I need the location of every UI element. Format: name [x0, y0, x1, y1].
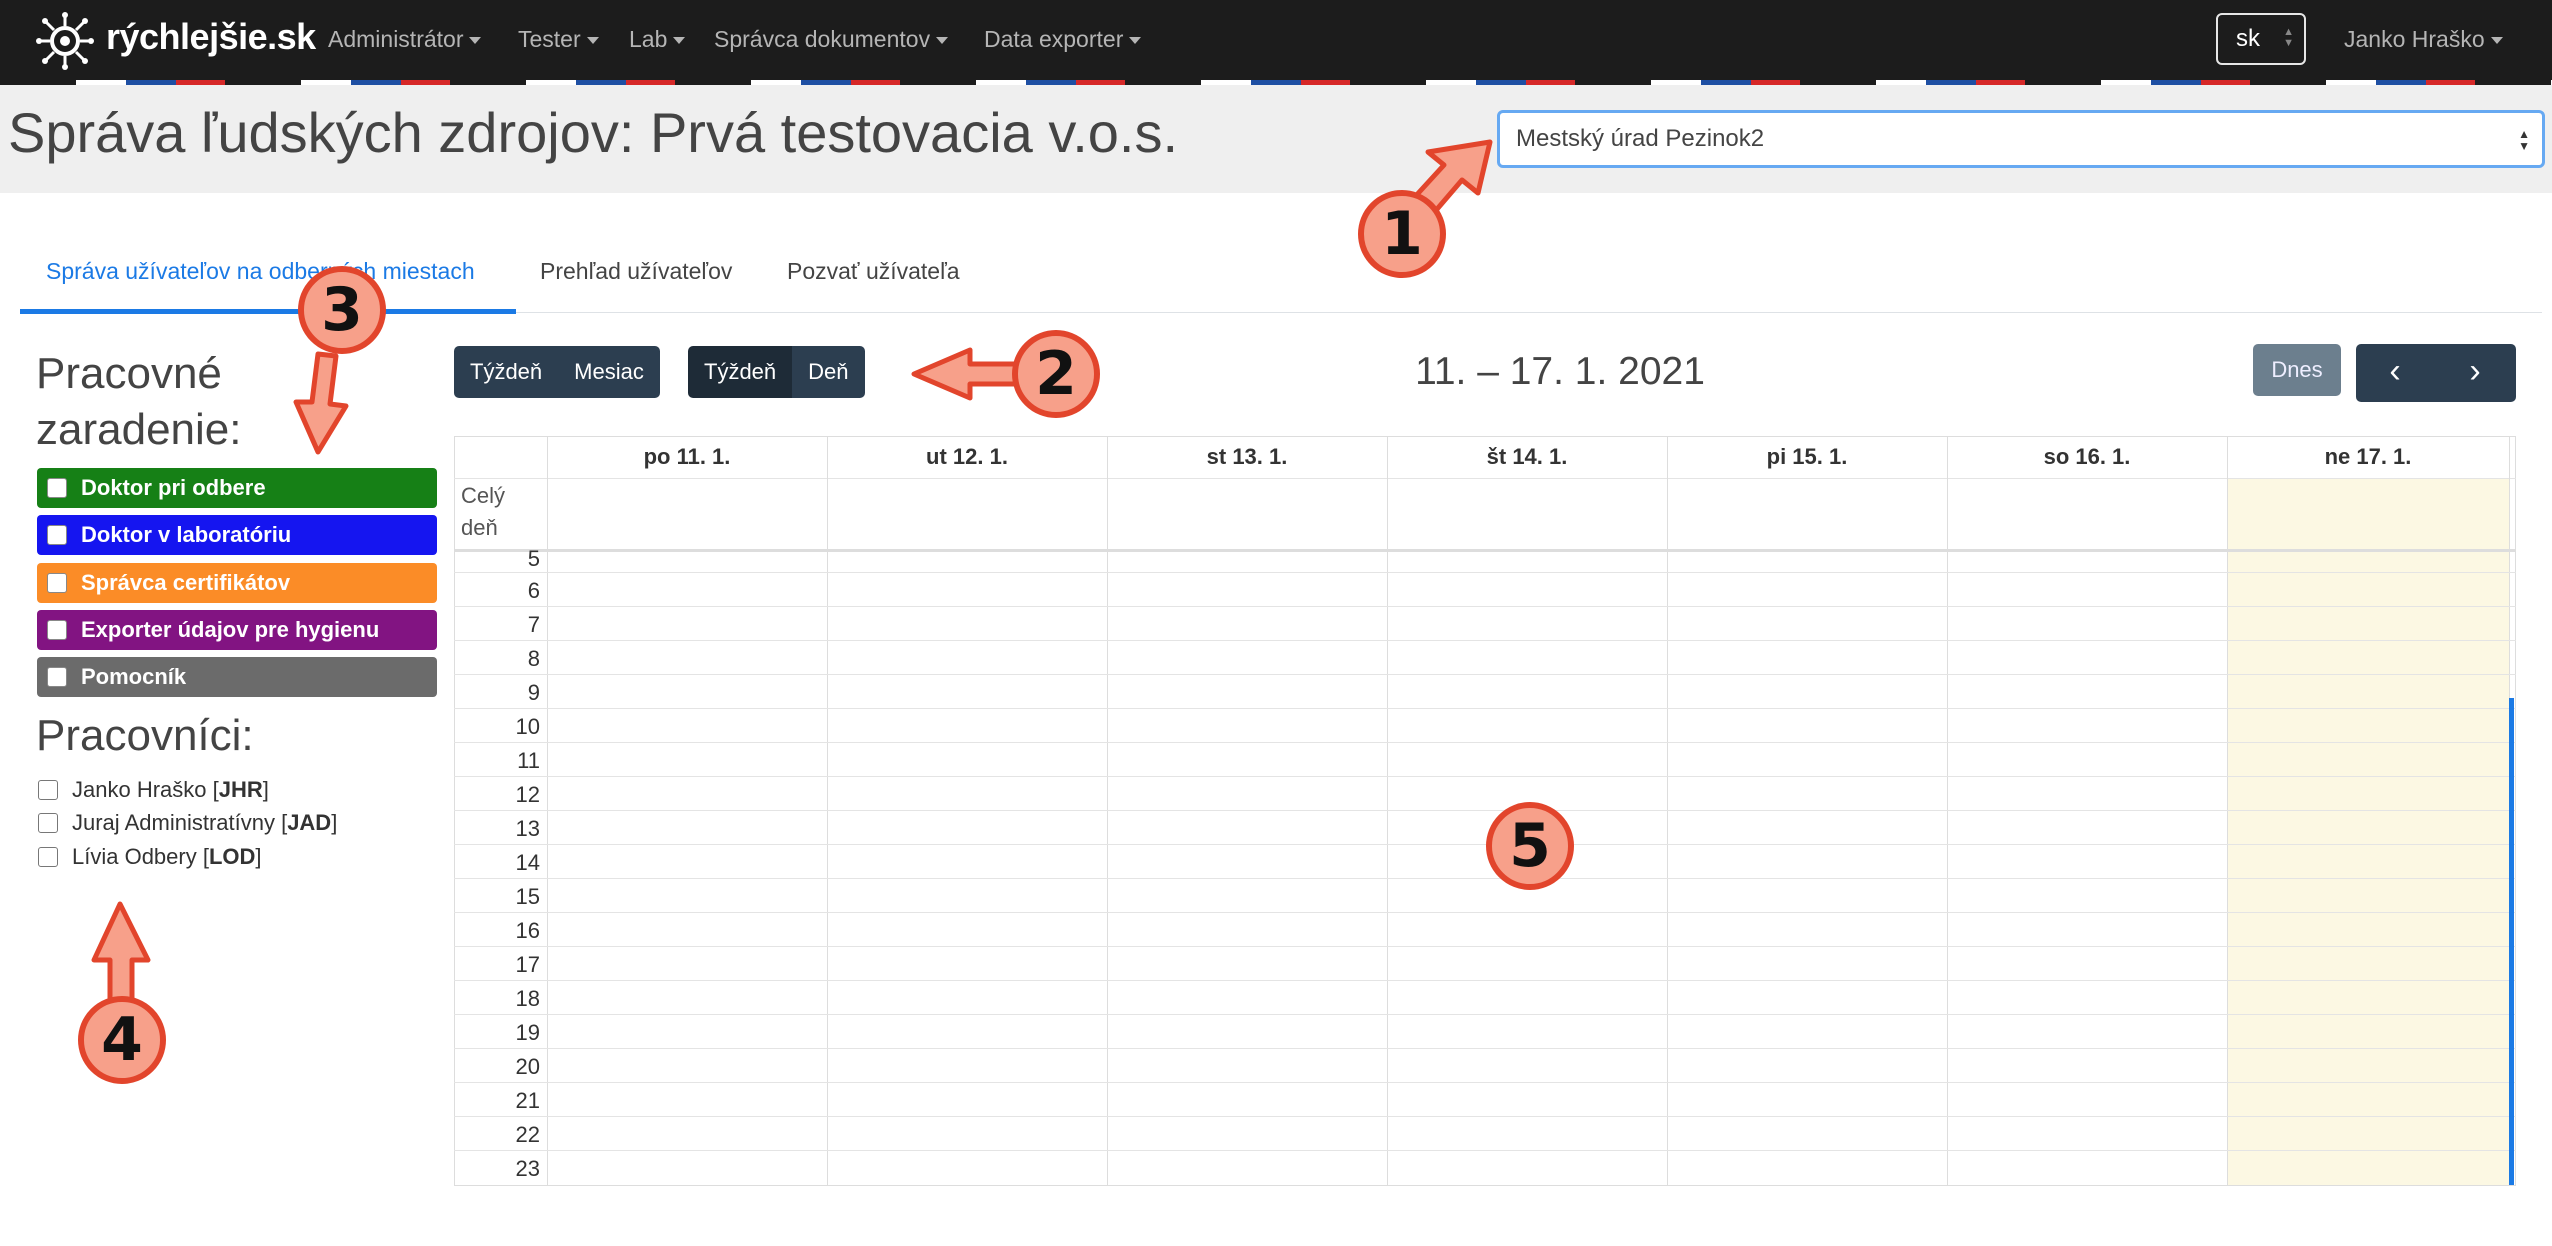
annotation-arrow-4 — [91, 901, 151, 1003]
annotation-arrow-3 — [293, 351, 349, 455]
annotation-arrows — [91, 139, 1493, 1003]
annotation-arrow-2 — [911, 347, 1025, 401]
annotation-callout-5: 5 — [1486, 802, 1574, 890]
annotation-callout-4: 4 — [78, 996, 166, 1084]
annotation-callout-1: 1 — [1358, 190, 1446, 278]
annotation-callout-2: 2 — [1012, 330, 1100, 418]
annotation-callout-3: 3 — [298, 266, 386, 354]
